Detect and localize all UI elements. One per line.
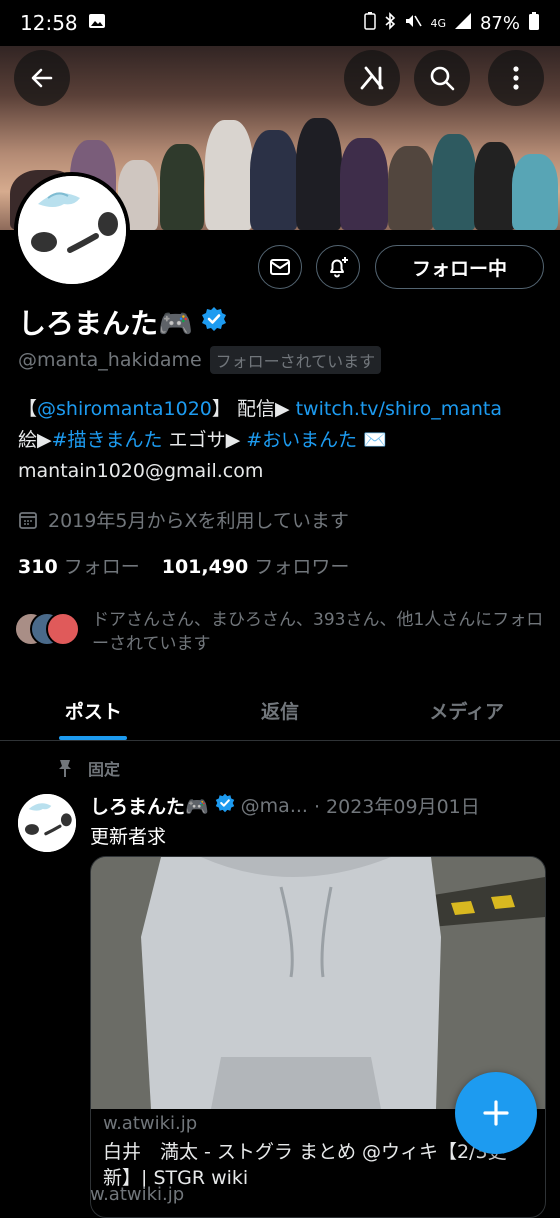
search-icon — [430, 66, 455, 91]
profile-name-row: しろまんた🎮 — [18, 302, 227, 342]
signal-icon — [454, 12, 472, 35]
calendar-icon — [19, 511, 37, 529]
notifications-button[interactable] — [316, 245, 360, 289]
profile-tabs: ポスト 返信 メディア — [0, 680, 560, 741]
verified-badge-icon — [201, 306, 227, 339]
post-text: 更新者求 — [90, 826, 167, 848]
tab-media[interactable]: メディア — [373, 680, 560, 740]
profile-name: しろまんた🎮 — [18, 307, 193, 340]
post-header: しろまんた🎮 @ma... · 2023年09月01日 — [90, 792, 480, 819]
battery-saver-icon — [364, 11, 377, 35]
followed-by-text: ドアさんさん、まひろさん、393さん、他1人さんにフォローされています — [92, 610, 544, 654]
manta-avatar-image — [18, 176, 126, 284]
post-date: · 2023年09月01日 — [313, 796, 480, 818]
bio-text: 絵▶ — [18, 429, 52, 451]
post-author-name[interactable]: しろまんた🎮 — [90, 792, 209, 819]
bio-twitch-link[interactable]: twitch.tv/shiro_manta — [296, 398, 502, 420]
link-card-domain: w.atwiki.jp — [103, 1113, 198, 1134]
back-arrow-icon — [31, 68, 53, 88]
profile-handle: @manta_hakidame — [18, 349, 202, 371]
joined-text: 2019年5月からXを利用しています — [48, 510, 349, 532]
post-author-avatar[interactable] — [18, 794, 76, 852]
tab-posts[interactable]: ポスト — [0, 680, 187, 740]
tab-replies[interactable]: 返信 — [187, 680, 374, 740]
mail-icon — [270, 259, 290, 275]
compose-post-button[interactable] — [455, 1072, 537, 1154]
next-post-domain: w.atwiki.jp — [90, 1184, 185, 1205]
link-card-image — [91, 857, 545, 1109]
plus-icon — [483, 1100, 509, 1126]
status-bar: 12:58 4G 87% — [0, 0, 560, 46]
link-card[interactable]: w.atwiki.jp 白井 満太 - ストグラ まとめ @ウィキ【2/3更新】… — [90, 856, 546, 1218]
post-author-handle: @ma... — [240, 794, 308, 817]
manta-avatar-image — [18, 794, 76, 852]
battery-percent: 87% — [479, 12, 520, 34]
bio-text: 】 配信▶ — [211, 398, 290, 420]
follow-stats: 310 フォロー 101,490 フォロワー — [18, 552, 349, 579]
bio-email: mantain1020@gmail.com — [18, 460, 264, 482]
followed-by-avatars — [14, 608, 80, 646]
followers-label: フォロワー — [254, 556, 350, 578]
verified-badge-icon — [215, 793, 235, 818]
search-button[interactable] — [414, 50, 470, 106]
bio-hashtag-link[interactable]: #おいまんた — [246, 429, 357, 451]
message-button[interactable] — [258, 245, 302, 289]
bell-plus-icon — [330, 257, 348, 278]
followed-by-row[interactable]: ドアさんさん、まひろさん、393さん、他1人さんにフォローされています — [14, 608, 544, 656]
more-options-button[interactable] — [488, 50, 544, 106]
grok-button[interactable] — [344, 50, 400, 106]
grok-icon — [360, 66, 384, 90]
profile-avatar[interactable] — [14, 172, 130, 288]
mute-icon — [404, 12, 423, 35]
following-count: 310 — [18, 556, 58, 578]
bio-text: ✉️ — [357, 429, 387, 451]
pinned-indicator: 固定 — [56, 756, 120, 780]
following-label: フォロー — [63, 556, 140, 578]
gallery-notification-icon — [88, 11, 106, 35]
bio-hashtag-link[interactable]: #描きまんた — [52, 429, 163, 451]
bio-text: エゴサ▶ — [162, 429, 247, 451]
more-vertical-icon — [513, 66, 519, 90]
bio-mention-link[interactable]: @shiromanta1020 — [37, 398, 212, 420]
battery-icon — [528, 11, 540, 36]
bio-text: 【 — [18, 398, 38, 420]
network-type-label: 4G — [430, 16, 446, 30]
pin-icon — [59, 760, 71, 777]
following-stat[interactable]: 310 フォロー — [18, 552, 140, 579]
follows-you-badge: フォローされています — [209, 346, 382, 374]
followers-stat[interactable]: 101,490 フォロワー — [162, 552, 350, 579]
avatar — [46, 612, 80, 646]
back-button[interactable] — [14, 50, 70, 106]
bluetooth-icon — [384, 11, 396, 35]
following-button[interactable]: フォロー中 — [375, 245, 544, 289]
profile-bio: 【@shiromanta1020】 配信▶ twitch.tv/shiro_ma… — [18, 394, 548, 487]
handle-row: @manta_hakidame フォローされています — [18, 346, 382, 374]
joined-date: 2019年5月からXを利用しています — [18, 506, 349, 533]
followers-count: 101,490 — [161, 556, 249, 578]
status-time: 12:58 — [20, 11, 78, 35]
pinned-label: 固定 — [88, 760, 121, 779]
